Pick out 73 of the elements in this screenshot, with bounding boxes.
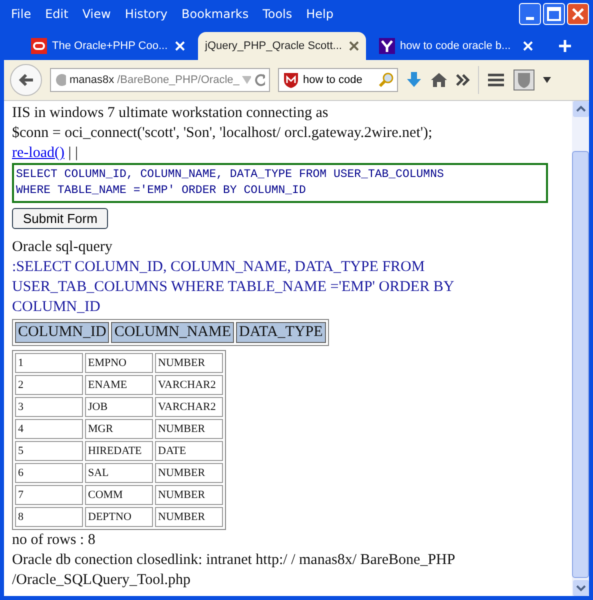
query-input-field[interactable]: SELECT COLUMN_ID, COLUMN_NAME, DATA_TYPE FROM USER_TAB_COLUMNS WHERE TABLE_NAME ='EMP' ORDER BY COLUMN_ID <box>12 163 548 203</box>
table-cell: 7 <box>15 485 83 505</box>
table-cell: 4 <box>15 419 83 439</box>
separator-text: | | <box>68 145 78 161</box>
table-cell: 3 <box>15 397 83 417</box>
shield-icon[interactable] <box>513 69 535 91</box>
menu-icon[interactable] <box>487 73 505 87</box>
address-bar[interactable]: manas8x /BareBone_PHP/Oracle_ <box>50 68 270 92</box>
status-text: Oracle db conection closedlink: intranet http:/ / manas8x/ BareBone_PHP /Oracle_SQLQuery_Tool.php <box>12 551 456 590</box>
column-header: COLUMN_ID <box>15 322 110 343</box>
menu-item[interactable]: History <box>118 7 175 21</box>
text-line: IIS in windows 7 ultimate workstation connecting as <box>12 104 330 123</box>
back-button[interactable] <box>10 64 42 96</box>
maximize-button[interactable] <box>543 3 565 25</box>
back-arrow-icon <box>18 73 34 87</box>
table-cell: NUMBER <box>155 419 223 439</box>
table-cell: SAL <box>85 463 153 483</box>
minimize-button[interactable] <box>519 3 541 25</box>
table-cell: 8 <box>15 507 83 527</box>
close-button[interactable] <box>567 3 589 25</box>
scroll-up-icon[interactable] <box>572 101 588 117</box>
table-cell: DATE <box>155 441 223 461</box>
table-cell: VARCHAR2 <box>155 375 223 395</box>
menu-item[interactable]: Edit <box>38 7 76 21</box>
column-header: DATA_TYPE <box>236 322 326 343</box>
table-cell: EMPNO <box>85 353 153 373</box>
globe-icon <box>55 73 66 87</box>
table-cell: DEPTNO <box>85 507 153 527</box>
scroll-down-icon[interactable] <box>572 580 588 596</box>
table-cell: 1 <box>15 353 83 373</box>
status-text: no of rows : 8 <box>12 531 96 550</box>
table-cell: NUMBER <box>155 463 223 483</box>
close-icon <box>572 8 584 20</box>
query-heading: Oracle sql-query <box>12 238 114 257</box>
dropdown-icon[interactable] <box>543 77 551 83</box>
browser-tab[interactable]: how to code oracle b... <box>372 32 540 60</box>
oracle-logo-icon <box>31 38 47 54</box>
text-line: $conn = oci_connect('scott', 'Son', 'localhost/ orcl.gateway.2wire.net'); <box>12 124 434 143</box>
table-cell: NUMBER <box>155 507 223 527</box>
browser-tab[interactable]: jQuery_PHP_Qracle Scott... <box>198 32 366 60</box>
reload-icon[interactable] <box>254 73 265 87</box>
maximize-icon <box>547 7 561 21</box>
close-icon[interactable] <box>349 41 359 51</box>
new-tab-icon[interactable] <box>558 39 572 53</box>
menu-item[interactable]: View <box>75 7 118 21</box>
column-header: COLUMN_NAME <box>111 322 234 343</box>
table-cell: NUMBER <box>155 485 223 505</box>
overflow-icon[interactable] <box>456 74 470 86</box>
search-field[interactable]: how to code <box>278 68 398 92</box>
table-cell: COMM <box>85 485 153 505</box>
query-text: :SELECT COLUMN_ID, COLUMN_NAME, DATA_TYPE FROM USER_TAB_COLUMNS WHERE TABLE_NAME ='EMP' ORDER BY COLUMN_ID <box>12 258 455 317</box>
table-cell: 6 <box>15 463 83 483</box>
table-cell: ENAME <box>85 375 153 395</box>
menu-item[interactable]: Help <box>299 7 340 21</box>
table-cell: MGR <box>85 419 153 439</box>
table-cell: JOB <box>85 397 153 417</box>
table-cell: 2 <box>15 375 83 395</box>
shield-icon <box>282 71 300 89</box>
search-icon[interactable] <box>378 72 394 88</box>
reload-link[interactable]: re-load() <box>12 145 64 161</box>
menu-item[interactable]: Tools <box>256 7 300 21</box>
table-cell: NUMBER <box>155 353 223 373</box>
browser-tab[interactable]: The Oracle+PHP Coo... <box>24 32 192 60</box>
yahoo-logo-icon <box>379 38 395 54</box>
download-icon[interactable] <box>406 71 422 89</box>
table-cell: 5 <box>15 441 83 461</box>
table-cell: HIREDATE <box>85 441 153 461</box>
menu-item[interactable]: Bookmarks <box>174 7 256 21</box>
minimize-icon <box>526 16 534 20</box>
home-icon[interactable] <box>430 72 448 88</box>
table-cell: VARCHAR2 <box>155 397 223 417</box>
submit-button[interactable]: Submit Form <box>12 208 108 229</box>
menu-item[interactable]: File <box>4 7 38 21</box>
